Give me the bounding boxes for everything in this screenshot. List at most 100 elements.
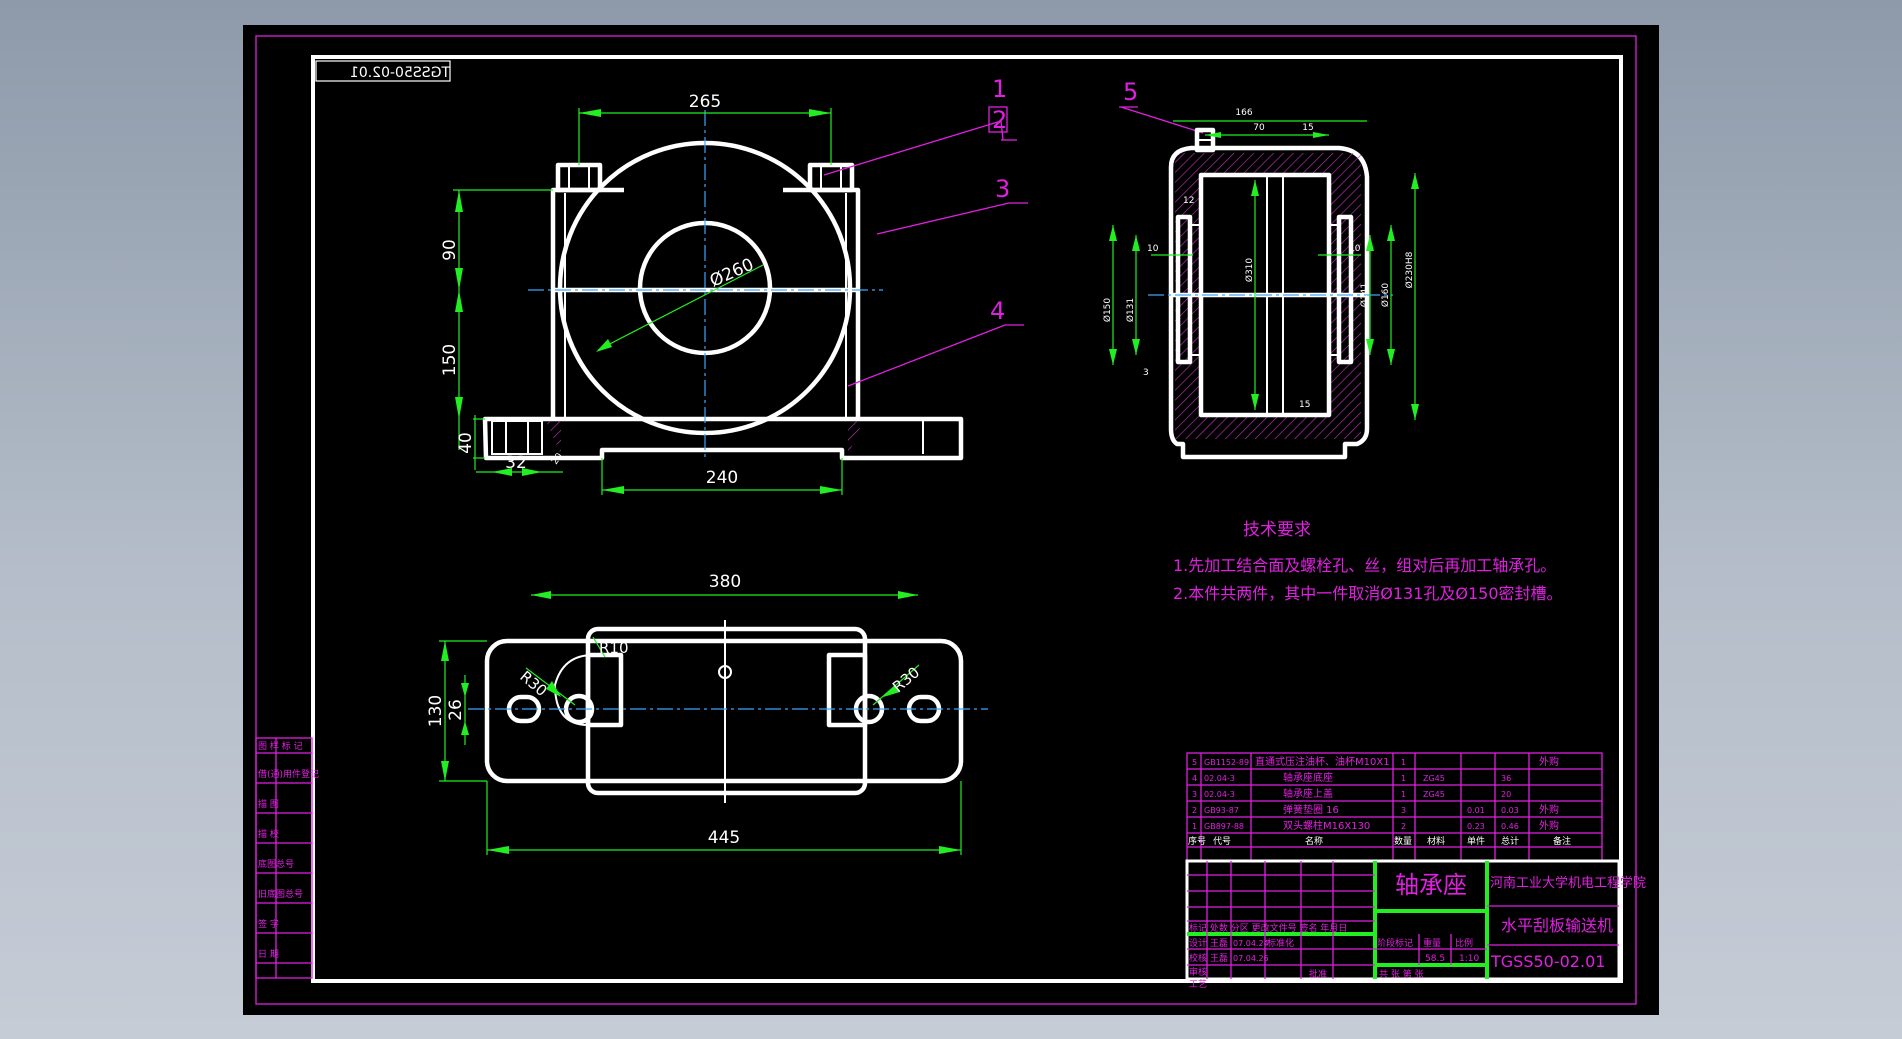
- dim-side-d-right-1: Ø141: [1359, 283, 1370, 307]
- title-block: 轴承座 河南工业大学机电工程学院 水平刮板输送机 TGSS50-02.01 标记…: [1185, 859, 1646, 990]
- pl-r2-code: 02.04-3: [1204, 774, 1235, 783]
- balloon-3: 3: [995, 175, 1010, 203]
- strip-label-7: 签 字: [258, 918, 279, 930]
- dim-side-w10: 10: [1147, 244, 1159, 254]
- tb-row-check: 校核: [1189, 952, 1207, 964]
- pl-r1-note: 外购: [1539, 755, 1559, 768]
- tb-checker: 王磊: [1210, 953, 1228, 964]
- pl-r3-name: 轴承座上盖: [1283, 787, 1333, 800]
- pl-r5-qty: 2: [1401, 822, 1406, 831]
- dim-bolt-spacing: 32: [505, 453, 527, 473]
- pl-r4-note: 外购: [1539, 803, 1559, 816]
- inner-white-frame: [311, 55, 1623, 983]
- tb-designer: 王磊: [1210, 938, 1228, 949]
- dim-side-d-center: Ø310: [1244, 258, 1255, 283]
- tb-row-design: 设计: [1189, 937, 1207, 949]
- pl-r2-no: 4: [1192, 774, 1197, 783]
- dim-side-s12: 12: [1183, 196, 1194, 206]
- pl-r5-total: 0.46: [1501, 822, 1519, 831]
- left-approval-strip: 图 样 标 记 借(通)用件登记 描 图 描 校 底图总号 旧底图总号 签 字 …: [255, 737, 319, 979]
- pl-r5-note: 外购: [1539, 819, 1559, 832]
- pl-r4-total: 0.03: [1501, 806, 1519, 815]
- pl-r4-unit: 0.01: [1467, 806, 1485, 815]
- strip-label-6: 旧底图总号: [258, 888, 303, 900]
- dim-side-a: 70: [1253, 123, 1265, 133]
- dim-height-lower: 150: [440, 344, 460, 376]
- strip-label-8: 日 期: [258, 949, 279, 960]
- tb-rev-labels: 标记 处数 分区 更改文件号 签名 年月日: [1189, 922, 1347, 934]
- dim-side-s15: 15: [1299, 400, 1310, 410]
- front-view: Ø260 265 90 150 40 32 20 240: [440, 92, 964, 495]
- top-view: 380 445 130 26 R10 R30 R30: [426, 572, 988, 855]
- tb-part-name: 轴承座: [1395, 871, 1467, 899]
- dim-bore-diameter: Ø260: [707, 255, 757, 292]
- strip-label-5: 底图总号: [258, 858, 294, 870]
- tb-design-date: 07.04.24: [1233, 939, 1269, 948]
- part-balloons: 1 2 3 4 5: [823, 75, 1204, 387]
- pl-r4-code: GB93-87: [1204, 806, 1239, 815]
- dim-top-total-length: 445: [708, 828, 740, 848]
- pl-h-qty: 数量: [1394, 835, 1412, 847]
- pl-h-name: 名称: [1305, 835, 1323, 847]
- pl-h-no: 序号: [1188, 835, 1206, 847]
- strip-label-4: 描 校: [258, 828, 279, 840]
- pl-h-unit: 单件: [1467, 835, 1485, 847]
- pl-r1-no: 5: [1192, 758, 1197, 767]
- dim-base-height: 40: [456, 432, 476, 454]
- dim-top-width: 265: [689, 92, 721, 112]
- pl-r5-no: 1: [1192, 822, 1197, 831]
- parts-list: 5 GB1152-89 直通式压注油杯、油杯M10X1 1 外购 4 02.04…: [1186, 752, 1603, 862]
- outer-magenta-frame: [255, 35, 1637, 1005]
- pl-h-code: 代号: [1213, 836, 1231, 847]
- balloon-5: 5: [1123, 78, 1138, 106]
- engineering-drawing: TGSS50-02.01 Ø260 265 90 150 40 32 20 24…: [255, 35, 1646, 1005]
- dim-side-b: 15: [1302, 123, 1313, 133]
- pl-r5-unit: 0.23: [1467, 822, 1485, 831]
- cad-viewport[interactable]: TGSS50-02.01 Ø260 265 90 150 40 32 20 24…: [243, 25, 1659, 1015]
- side-view: 166 70 15 Ø150 Ø131 10 Ø310 10 Ø141 Ø160…: [1102, 108, 1419, 460]
- tech-requirements: 技术要求 1.先加工结合面及螺栓孔、丝，组对后再加工轴承孔。 2.本件共两件，其…: [1173, 520, 1563, 603]
- dim-side-d-outer: Ø230H8: [1404, 251, 1415, 288]
- tb-scale-label: 比例: [1455, 937, 1473, 949]
- tb-std: 标准化: [1267, 937, 1294, 949]
- dim-top-length: 380: [709, 572, 741, 592]
- tb-weight-label: 重量: [1423, 937, 1441, 949]
- tb-weight: 58.5: [1425, 954, 1445, 964]
- dim-fillet-inner: R10: [599, 639, 629, 657]
- pl-r2-total: 36: [1501, 774, 1511, 783]
- pl-h-note: 备注: [1553, 835, 1571, 847]
- tech-title: 技术要求: [1243, 520, 1311, 540]
- dim-bottom-width: 240: [706, 468, 738, 488]
- dim-chamfer: 20: [550, 451, 565, 466]
- pl-r5-code: GB897-88: [1204, 822, 1244, 831]
- dim-side-d-left-inner: Ø131: [1125, 298, 1136, 322]
- pl-r3-qty: 1: [1401, 790, 1406, 799]
- tb-drawing-no: TGSS50-02.01: [1490, 952, 1605, 971]
- strip-label-3: 描 图: [258, 798, 279, 810]
- balloon-1: 1: [992, 75, 1007, 103]
- pl-r1-qty: 1: [1401, 758, 1406, 767]
- pl-r4-name: 弹簧垫圈 16: [1283, 803, 1339, 816]
- pl-r3-no: 3: [1192, 790, 1197, 799]
- tb-approve: 批准: [1309, 968, 1327, 980]
- tb-scale: 1:10: [1459, 954, 1479, 964]
- dim-side-w10b: 10: [1349, 244, 1361, 254]
- tb-row-craft: 工艺: [1189, 979, 1207, 990]
- tb-check-date: 07.04.26: [1233, 954, 1269, 963]
- dim-top-slot: 26: [446, 699, 466, 721]
- tech-item-1: 1.先加工结合面及螺栓孔、丝，组对后再加工轴承孔。: [1173, 556, 1556, 575]
- pl-r4-no: 2: [1192, 806, 1197, 815]
- tech-item-2: 2.本件共两件，其中一件取消Ø131孔及Ø150密封槽。: [1173, 584, 1563, 603]
- tb-stage-label: 阶段标记: [1377, 937, 1413, 949]
- dim-height-upper: 90: [440, 239, 460, 261]
- balloon-4: 4: [990, 297, 1005, 325]
- dim-side-d-left-outer: Ø150: [1102, 298, 1113, 323]
- dim-side-s3: 3: [1143, 368, 1149, 378]
- tb-row-process: 审核: [1189, 966, 1207, 978]
- pl-r4-qty: 3: [1401, 806, 1406, 815]
- pl-r2-qty: 1: [1401, 774, 1406, 783]
- pl-r2-material: ZG45: [1423, 774, 1445, 783]
- dim-top-width: 130: [426, 695, 446, 727]
- pl-r3-total: 20: [1501, 790, 1511, 799]
- pl-h-material: 材料: [1427, 835, 1445, 847]
